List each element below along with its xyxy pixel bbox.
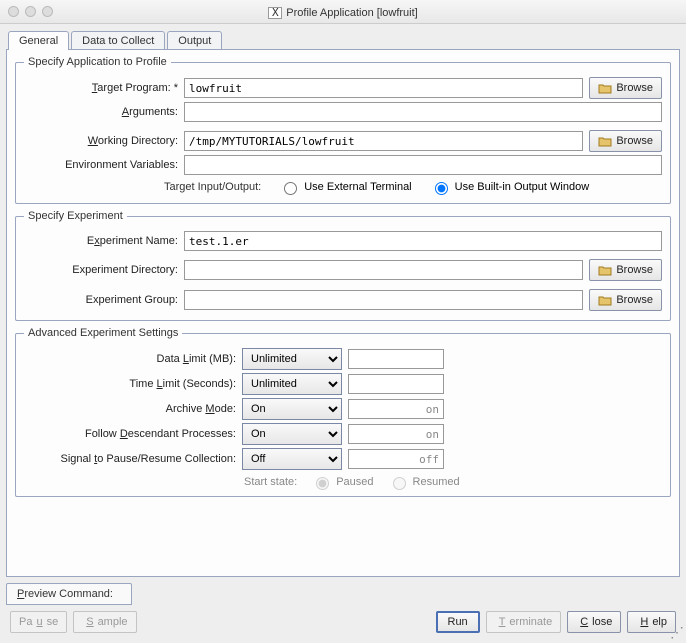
target-io-label: Target Input/Output: <box>164 181 261 193</box>
experiment-directory-input[interactable] <box>184 260 583 280</box>
zoom-window-icon[interactable] <box>42 6 53 17</box>
experiment-name-label: Experiment Name: <box>24 235 184 247</box>
group-advanced-settings-legend: Advanced Experiment Settings <box>24 327 182 339</box>
working-directory-input[interactable] <box>184 131 583 151</box>
help-button[interactable]: Help <box>627 611 676 633</box>
experiment-directory-label: Experiment Directory: <box>24 264 184 276</box>
time-limit-aux-input[interactable] <box>348 374 444 394</box>
time-limit-label: Time Limit (Seconds): <box>24 378 242 390</box>
titlebar: X Profile Application [lowfruit] <box>0 0 686 24</box>
time-limit-select[interactable]: Unlimited <box>242 373 342 395</box>
env-vars-input[interactable] <box>184 155 662 175</box>
start-state-paused-radio: Paused <box>311 474 373 490</box>
close-button[interactable]: Close <box>567 611 621 633</box>
arguments-input[interactable] <box>184 102 662 122</box>
data-limit-aux-input[interactable] <box>348 349 444 369</box>
signal-pause-label: Signal to Pause/Resume Collection: <box>24 453 242 465</box>
experiment-group-label: Experiment Group: <box>24 294 184 306</box>
env-vars-label: Environment Variables: <box>24 159 184 171</box>
browse-experiment-group-button[interactable]: Browse <box>589 289 662 311</box>
data-limit-select[interactable]: Unlimited <box>242 348 342 370</box>
follow-descendant-aux-input[interactable] <box>348 424 444 444</box>
tabs: General Data to Collect Output <box>8 28 680 50</box>
folder-icon <box>598 265 612 276</box>
group-specify-experiment: Specify Experiment Experiment Name: Expe… <box>15 210 671 321</box>
minimize-window-icon[interactable] <box>25 6 36 17</box>
terminate-button: Terminate <box>486 611 562 633</box>
preview-command-toggle[interactable]: Preview Command: <box>6 583 132 605</box>
folder-icon <box>598 136 612 147</box>
archive-mode-label: Archive Mode: <box>24 403 242 415</box>
browse-working-dir-button[interactable]: Browse <box>589 130 662 152</box>
working-directory-label: Working Directory: <box>24 135 184 147</box>
group-specify-application-legend: Specify Application to Profile <box>24 56 171 68</box>
start-state-row: Start state: Paused Resumed <box>24 474 662 490</box>
tab-general[interactable]: General <box>8 31 69 50</box>
experiment-name-input[interactable] <box>184 231 662 251</box>
pause-button: Pause <box>10 611 67 633</box>
arguments-label: Arguments: <box>24 106 184 118</box>
io-external-radio[interactable]: Use External Terminal <box>279 179 411 195</box>
sample-button: Sample <box>73 611 136 633</box>
io-builtin-radio[interactable]: Use Built-in Output Window <box>430 179 590 195</box>
data-limit-label: Data Limit (MB): <box>24 353 242 365</box>
start-state-label: Start state: <box>244 476 297 488</box>
target-program-label: Target Program: * <box>24 82 184 94</box>
folder-icon <box>598 295 612 306</box>
folder-icon <box>598 83 612 94</box>
group-specify-experiment-legend: Specify Experiment <box>24 210 127 222</box>
window-title: Profile Application [lowfruit] <box>286 7 417 19</box>
follow-descendant-select[interactable]: On <box>242 423 342 445</box>
signal-pause-aux-input[interactable] <box>348 449 444 469</box>
follow-descendant-label: Follow Descendant Processes: <box>24 428 242 440</box>
button-bar: Pause Sample Run Terminate Close Help <box>6 605 680 637</box>
close-window-icon[interactable] <box>8 6 19 17</box>
app-x-icon: X <box>268 7 282 19</box>
group-advanced-settings: Advanced Experiment Settings Data Limit … <box>15 327 671 497</box>
tab-output[interactable]: Output <box>167 31 222 50</box>
group-specify-application: Specify Application to Profile Target Pr… <box>15 56 671 204</box>
browse-experiment-dir-button[interactable]: Browse <box>589 259 662 281</box>
signal-pause-select[interactable]: Off <box>242 448 342 470</box>
tab-data-to-collect[interactable]: Data to Collect <box>71 31 165 50</box>
archive-mode-aux-input[interactable] <box>348 399 444 419</box>
run-button[interactable]: Run <box>436 611 480 633</box>
tab-panel-general: Specify Application to Profile Target Pr… <box>6 49 680 577</box>
start-state-resumed-radio: Resumed <box>388 474 460 490</box>
target-program-input[interactable] <box>184 78 583 98</box>
archive-mode-select[interactable]: On <box>242 398 342 420</box>
experiment-group-input[interactable] <box>184 290 583 310</box>
browse-target-program-button[interactable]: Browse <box>589 77 662 99</box>
